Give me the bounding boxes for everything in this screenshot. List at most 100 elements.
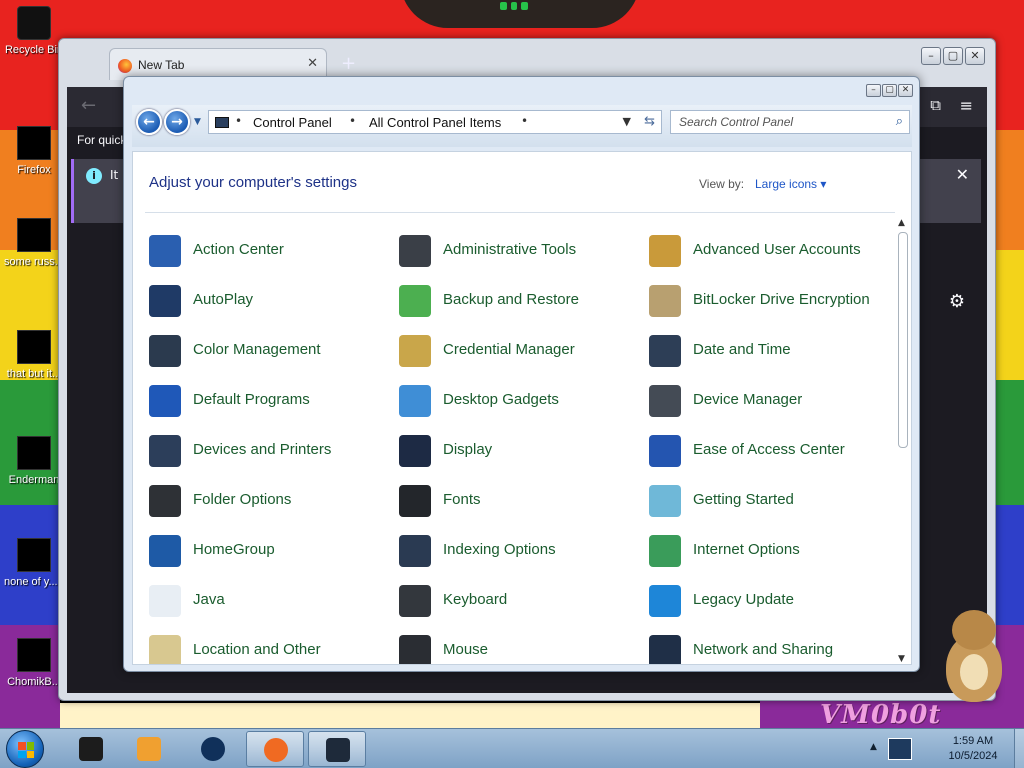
control-panel-item-label: Legacy Update [693,591,794,608]
forward-button[interactable]: → [164,109,190,135]
mouse-icon [399,635,431,664]
desktop-icon-chomik[interactable]: ChomikB... [4,638,64,689]
scroll-down-icon[interactable]: ▼ [898,654,905,664]
control-panel-item[interactable]: Color Management [149,332,399,372]
devices-printers-icon [149,435,181,467]
gear-icon[interactable]: ⚙ [949,291,965,312]
close-notice-icon[interactable]: ✕ [956,165,969,184]
control-panel-item[interactable]: Default Programs [149,382,399,422]
taskbar-media-player[interactable] [120,731,178,767]
search-box[interactable]: ⌕ [670,110,910,134]
java-icon [149,585,181,617]
vertical-scrollbar[interactable]: ▲ ▼ [897,218,909,664]
control-panel-item[interactable]: Keyboard [399,582,649,622]
close-tab-icon[interactable]: ✕ [307,56,318,71]
close-button[interactable]: ✕ [965,47,985,65]
search-icon[interactable]: ⌕ [896,114,903,129]
clock-time: 1:59 AM [952,735,994,747]
hamburger-menu-icon[interactable]: ≡ [960,96,973,115]
control-panel-item-label: Keyboard [443,591,508,608]
minimize-button[interactable]: – [866,84,881,97]
refresh-icon[interactable]: ⇆ [644,114,655,129]
breadcrumb-all-items[interactable]: All Control Panel Items [369,115,501,130]
show-desktop-button[interactable] [1014,729,1024,768]
control-panel-item[interactable]: Java [149,582,399,622]
desktop-icon-recycle-bin[interactable]: Recycle Bin [4,6,64,57]
control-panel-item[interactable]: Display [399,432,649,472]
back-button[interactable]: ← [136,109,162,135]
back-arrow-icon[interactable]: ← [81,95,96,116]
control-panel-item[interactable]: Legacy Update [649,582,899,622]
desktop-icon-firefox[interactable]: Firefox [4,126,64,177]
control-panel-item[interactable]: Advanced User Accounts [649,232,899,272]
control-panel-item[interactable]: Credential Manager [399,332,649,372]
maximize-button[interactable]: ▢ [882,84,897,97]
control-panel-item-label: Devices and Printers [193,441,332,458]
desktop-icon-file-1[interactable]: some russ... ran a re... [4,218,64,269]
taskbar-firefox[interactable] [246,731,304,767]
close-button[interactable]: ✕ [898,84,913,97]
control-panel-item-label: Desktop Gadgets [443,391,559,408]
view-by-dropdown[interactable]: Large icons ▾ [755,177,826,191]
control-panel-item[interactable]: Date and Time [649,332,899,372]
control-panel-item[interactable]: Backup and Restore [399,282,649,322]
control-panel-item[interactable]: Location and Other [149,632,399,664]
search-input[interactable] [679,115,879,129]
scroll-thumb[interactable] [898,232,908,448]
minimize-button[interactable]: – [921,47,941,65]
breadcrumb-control-panel[interactable]: Control Panel [253,115,332,130]
wallpaper-bottom [60,700,760,728]
control-panel-item[interactable]: Mouse [399,632,649,664]
breadcrumb-separator-icon[interactable]: • [349,114,356,128]
control-panel-item[interactable]: Indexing Options [399,532,649,572]
taskbar-control-panel-icon [326,738,350,762]
breadcrumb-separator-icon[interactable]: • [235,114,242,128]
getting-started-icon [649,485,681,517]
firefox-icon [17,126,51,160]
desktop-icon-file-3[interactable]: none of y... retards kn... [4,538,64,589]
control-panel-item[interactable]: Folder Options [149,482,399,522]
control-panel-item[interactable]: Getting Started [649,482,899,522]
quick-search-text: For quick [77,133,127,147]
control-panel-item[interactable]: Action Center [149,232,399,272]
display-icon [399,435,431,467]
address-bar[interactable]: • Control Panel • All Control Panel Item… [208,110,662,134]
maximize-button[interactable]: ▢ [943,47,963,65]
control-panel-item[interactable]: Device Manager [649,382,899,422]
taskbar-app-3[interactable] [184,731,242,767]
new-tab-icon[interactable]: + [341,53,356,74]
control-panel-content: Adjust your computer's settings View by:… [132,151,912,665]
breadcrumb-separator-icon[interactable]: • [521,114,528,128]
color-management-icon [149,335,181,367]
internet-options-icon [649,535,681,567]
control-panel-item[interactable]: AutoPlay [149,282,399,322]
desktop-icon-label: some russ... ran a re... [4,256,64,268]
taskbar-media-player-icon [137,737,161,761]
control-panel-item-label: Internet Options [693,541,800,558]
control-panel-item[interactable]: Internet Options [649,532,899,572]
extensions-icon[interactable]: ⧉ [930,96,941,114]
clock[interactable]: 1:59 AM 10/5/2024 [938,734,1008,764]
desktop-icon-file-2[interactable]: that but it... [4,330,64,381]
control-panel-item[interactable]: Fonts [399,482,649,522]
address-dropdown-icon[interactable]: ▼ [623,115,631,128]
scroll-up-icon[interactable]: ▲ [898,218,905,228]
control-panel-item[interactable]: Network and Sharing [649,632,899,664]
control-panel-item-label: Backup and Restore [443,291,579,308]
control-panel-item-label: HomeGroup [193,541,275,558]
show-hidden-icons-icon[interactable]: ▲ [870,742,877,752]
taskbar-app-1[interactable] [62,731,120,767]
taskbar-control-panel[interactable] [308,731,366,767]
control-panel-item[interactable]: HomeGroup [149,532,399,572]
control-panel-item[interactable]: Administrative Tools [399,232,649,272]
control-panel-item[interactable]: Ease of Access Center [649,432,899,472]
start-button[interactable] [6,730,44,768]
location-icon [149,635,181,664]
control-panel-item[interactable]: Desktop Gadgets [399,382,649,422]
hamster-file-icon [17,638,51,672]
control-panel-item[interactable]: Devices and Printers [149,432,399,472]
control-panel-item[interactable]: BitLocker Drive Encryption [649,282,899,322]
desktop-icon-enderman[interactable]: Enderman [4,436,64,487]
network-icon[interactable] [888,738,912,760]
recent-pages-chevron-icon[interactable]: ▼ [194,117,201,127]
